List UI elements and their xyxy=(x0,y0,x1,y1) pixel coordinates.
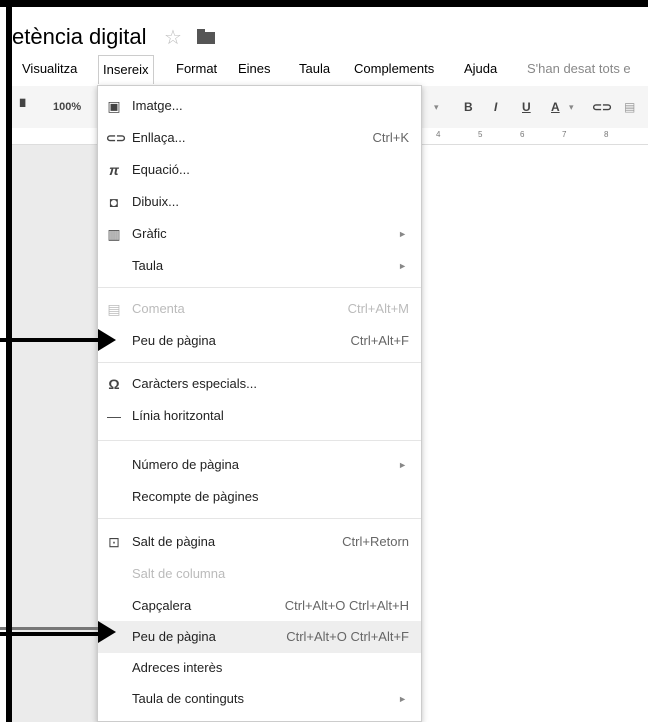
link-toolbar-icon[interactable]: ⊂⊃ xyxy=(592,86,612,128)
menu-item-comment[interactable]: ▤ Comenta Ctrl+Alt+M xyxy=(98,293,421,325)
menu-separator xyxy=(98,518,421,519)
paint-format-icon[interactable]: ▘ xyxy=(20,86,31,128)
menu-addons[interactable]: Complements xyxy=(350,55,438,83)
text-color-caret-icon[interactable]: ▾ xyxy=(569,86,574,128)
menu-separator xyxy=(98,362,421,363)
drawing-icon: ◘ xyxy=(109,194,119,210)
menu-item-page-number[interactable]: Número de pàgina ► xyxy=(98,449,421,481)
menu-item-drawing[interactable]: ◘ Dibuix... xyxy=(98,186,421,218)
menu-tools[interactable]: Eines xyxy=(234,55,275,83)
ruler-mark: 7 xyxy=(562,130,567,139)
menu-item-chart[interactable]: ▥ Gràfic ► xyxy=(98,218,421,250)
frame-border-left xyxy=(6,0,12,722)
zoom-select[interactable]: 100% xyxy=(53,86,81,128)
menu-item-bookmark[interactable]: Adreces interès xyxy=(98,652,421,684)
font-size-caret-icon[interactable]: ▾ xyxy=(434,86,439,128)
menu-item-column-break[interactable]: Salt de columna xyxy=(98,558,421,590)
horizontal-line-icon: — xyxy=(107,408,121,424)
menu-view[interactable]: Visualitza xyxy=(18,55,81,83)
menu-item-page-count[interactable]: Recompte de pàgines xyxy=(98,481,421,513)
ruler-mark: 4 xyxy=(436,130,441,139)
image-icon: ▣ xyxy=(107,98,121,114)
submenu-arrow-icon: ► xyxy=(398,694,407,704)
menu-table[interactable]: Taula xyxy=(295,55,334,83)
page-break-icon: ⊡ xyxy=(108,534,120,550)
pi-icon: π xyxy=(109,162,119,178)
menu-item-page-break[interactable]: ⊡ Salt de pàgina Ctrl+Retorn xyxy=(98,526,421,558)
bold-button[interactable]: B xyxy=(464,86,473,128)
submenu-arrow-icon: ► xyxy=(398,460,407,470)
menu-item-footnote[interactable]: Peu de pàgina Ctrl+Alt+F xyxy=(98,325,421,357)
menu-separator xyxy=(98,287,421,288)
folder-icon[interactable] xyxy=(197,29,215,44)
menu-help[interactable]: Ajuda xyxy=(460,55,501,83)
comment-icon: ▤ xyxy=(107,301,121,317)
submenu-arrow-icon: ► xyxy=(398,229,407,239)
menu-item-image[interactable]: ▣ Imatge... xyxy=(98,90,421,122)
annotation-arrow-line xyxy=(0,632,100,636)
menu-item-footer[interactable]: Peu de pàgina Ctrl+Alt+O Ctrl+Alt+F xyxy=(98,621,421,653)
menu-item-equation[interactable]: π Equació... xyxy=(98,154,421,186)
underline-button[interactable]: U xyxy=(522,86,531,128)
submenu-arrow-icon: ► xyxy=(398,261,407,271)
ruler-mark: 8 xyxy=(604,130,609,139)
annotation-arrow-head-icon xyxy=(98,621,116,643)
document-page[interactable] xyxy=(422,144,648,722)
annotation-arrow-line xyxy=(0,627,100,630)
frame-border-top xyxy=(0,0,648,7)
menu-format[interactable]: Format xyxy=(172,55,221,83)
menu-item-link[interactable]: ⊂⊃ Enllaça... Ctrl+K xyxy=(98,122,421,154)
italic-button[interactable]: I xyxy=(494,86,497,128)
document-title[interactable]: etència digital xyxy=(12,24,147,50)
text-color-button[interactable]: A xyxy=(551,86,560,128)
annotation-arrow-head-icon xyxy=(98,329,116,351)
menu-separator xyxy=(98,440,421,441)
star-icon[interactable]: ☆ xyxy=(164,25,182,50)
menu-item-special-characters[interactable]: Ω Caràcters especials... xyxy=(98,368,421,400)
save-status: S'han desat tots e xyxy=(527,61,631,76)
chart-icon: ▥ xyxy=(107,226,121,242)
ruler-mark: 6 xyxy=(520,130,525,139)
menu-item-horizontal-line[interactable]: — Línia horitzontal xyxy=(98,400,421,432)
comment-toolbar-icon[interactable]: ▤ xyxy=(624,86,635,128)
ruler-mark: 5 xyxy=(478,130,483,139)
menu-insert[interactable]: Insereix xyxy=(98,55,154,84)
link-icon: ⊂⊃ xyxy=(106,131,127,145)
menu-item-table-of-contents[interactable]: Taula de continguts ► xyxy=(98,683,421,715)
menu-item-header[interactable]: Capçalera Ctrl+Alt+O Ctrl+Alt+H xyxy=(98,590,421,622)
menu-item-table[interactable]: Taula ► xyxy=(98,250,421,282)
annotation-arrow-line xyxy=(0,338,100,342)
insert-menu: ▣ Imatge... ⊂⊃ Enllaça... Ctrl+K π Equac… xyxy=(97,85,422,722)
omega-icon: Ω xyxy=(108,376,120,392)
menubar: Visualitza Insereix Format Eines Taula C… xyxy=(12,55,648,84)
